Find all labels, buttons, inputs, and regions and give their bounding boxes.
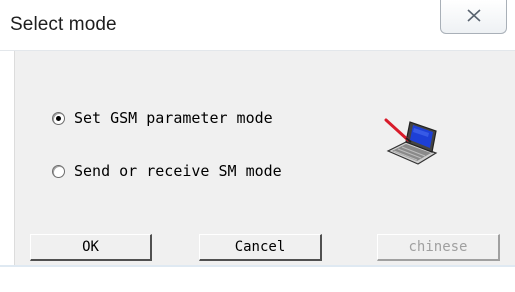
bottom-area <box>0 267 515 292</box>
close-button[interactable] <box>440 0 507 34</box>
radio-set-gsm-parameter-mode[interactable]: Set GSM parameter mode <box>52 108 273 128</box>
radio-label: Send or receive SM mode <box>74 162 282 180</box>
radio-button-unchecked[interactable] <box>52 164 65 178</box>
close-icon <box>467 9 481 22</box>
chinese-button[interactable]: chinese <box>377 234 500 261</box>
radio-button-checked[interactable] <box>52 111 65 125</box>
cancel-button[interactable]: Cancel <box>199 234 322 261</box>
radio-send-or-receive-sm-mode[interactable]: Send or receive SM mode <box>52 161 282 181</box>
title-bar: Select mode <box>0 0 515 51</box>
window-title: Select mode <box>10 14 117 35</box>
laptop-icon <box>384 118 438 165</box>
ok-button[interactable]: OK <box>30 234 152 261</box>
radio-label: Set GSM parameter mode <box>74 109 273 127</box>
